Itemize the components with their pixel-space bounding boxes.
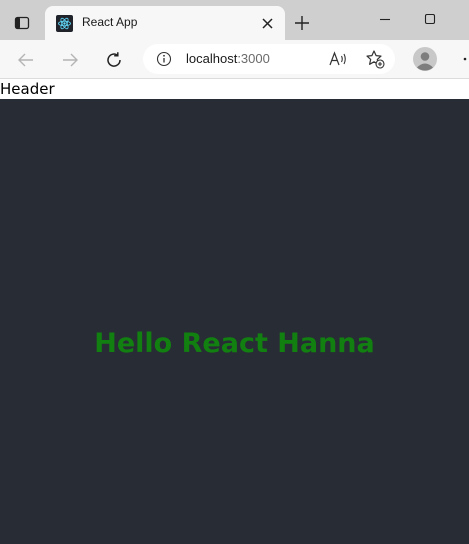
minimize-button[interactable]: [368, 6, 402, 32]
more-icon: [463, 57, 467, 61]
page-header: Header: [0, 80, 55, 98]
add-favorite-button[interactable]: [365, 49, 385, 69]
plus-icon: [295, 16, 309, 30]
address-bar[interactable]: localhost:3000: [143, 44, 395, 74]
tab-actions-button[interactable]: [8, 9, 36, 37]
back-button[interactable]: [12, 46, 40, 74]
url-text: localhost:3000: [186, 51, 270, 66]
read-aloud-icon: [329, 51, 346, 66]
app-body: Hello React Hanna: [0, 99, 469, 544]
more-button[interactable]: [458, 46, 469, 72]
info-icon[interactable]: [156, 51, 172, 67]
new-tab-button[interactable]: [290, 11, 314, 35]
url-host: localhost: [186, 51, 238, 66]
forward-button[interactable]: [56, 46, 84, 74]
avatar-icon: [413, 47, 437, 71]
maximize-button[interactable]: [413, 6, 447, 32]
arrow-left-icon: [18, 53, 33, 67]
minimize-icon: [380, 18, 390, 21]
arrow-right-icon: [63, 53, 78, 67]
browser-tabstrip: React App: [0, 0, 469, 40]
tab-title: React App: [82, 15, 138, 29]
reload-icon: [107, 52, 121, 67]
tab-actions-icon: [14, 16, 30, 30]
react-logo-icon: [56, 15, 73, 32]
close-icon: [261, 17, 273, 29]
tab-close-button[interactable]: [259, 15, 275, 31]
reload-button[interactable]: [100, 46, 128, 74]
profile-button[interactable]: [412, 46, 438, 72]
browser-toolbar: localhost:3000: [0, 40, 469, 79]
page-viewport: Header Hello React Hanna: [0, 80, 469, 544]
hello-heading: Hello React Hanna: [94, 327, 375, 359]
star-plus-icon: [366, 50, 385, 69]
url-port: :3000: [237, 51, 270, 66]
tab-react-app[interactable]: React App: [45, 6, 285, 40]
maximize-icon: [424, 13, 436, 25]
read-aloud-button[interactable]: [329, 50, 349, 68]
